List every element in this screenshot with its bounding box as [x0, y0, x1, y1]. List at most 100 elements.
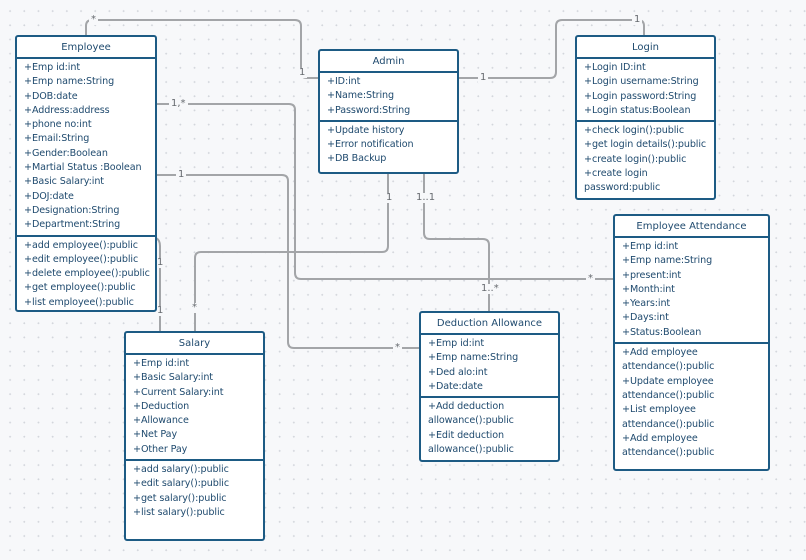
method: +Update employee	[622, 375, 714, 387]
method: +create login	[584, 168, 648, 180]
multiplicity-label: 1..1	[414, 192, 438, 203]
attributes-section: +Emp id:int +Emp name:String +Ded alo:in…	[421, 335, 558, 396]
method: +get employee():public	[24, 282, 136, 294]
method: +delete employee():public	[24, 268, 150, 280]
multiplicity-label: 1	[632, 14, 643, 25]
attribute: +present:int	[622, 269, 682, 281]
class-employee[interactable]: Employee +Emp id:int +Emp name:String +D…	[15, 35, 157, 312]
class-title: Employee Attendance	[615, 216, 768, 238]
method: +edit employee():public	[24, 253, 139, 265]
attribute: +DOJ:date	[24, 190, 74, 202]
class-salary[interactable]: Salary +Emp id:int +Basic Salary:int +Cu…	[124, 331, 265, 541]
method: allowance():public	[428, 415, 514, 427]
class-employee-attendance[interactable]: Employee Attendance +Emp id:int +Emp nam…	[613, 214, 770, 471]
methods-section: +Add employee attendance():public +Updat…	[615, 342, 768, 462]
attribute: +Emp id:int	[133, 358, 189, 369]
multiplicity-label: *	[586, 273, 595, 284]
attributes-section: +ID:int +Name:String +Password:String	[320, 73, 457, 120]
method: +create login():public	[584, 153, 687, 165]
method: +add employee():public	[24, 239, 138, 251]
attribute: +Emp id:int	[622, 241, 678, 252]
class-title: Admin	[320, 51, 457, 73]
link-admin-salary	[194, 173, 389, 332]
attribute: +Login status:Boolean	[584, 104, 691, 116]
method: attendance():public	[622, 418, 715, 430]
class-login[interactable]: Login +Login ID:int +Login username:Stri…	[575, 35, 716, 200]
method: +Add deduction	[428, 401, 505, 413]
attribute: +Department:String	[24, 219, 121, 231]
methods-section: +add employee():public +edit employee():…	[17, 234, 155, 312]
attribute: +Years:int	[622, 298, 671, 310]
multiplicity-label: 1,*	[169, 98, 188, 109]
attribute: +Login password:String	[584, 90, 697, 102]
multiplicity-label: 1	[297, 67, 308, 78]
method: +add salary():public	[133, 464, 229, 476]
attribute: +Current Salary:int	[133, 386, 224, 398]
attributes-section: +Login ID:int +Login username:String +Lo…	[577, 59, 714, 120]
attribute: +Emp id:int	[24, 62, 80, 73]
methods-section: +check login():public +get login details…	[577, 120, 714, 197]
attribute: +Net Pay	[133, 429, 178, 441]
method: +list employee():public	[24, 296, 134, 308]
attribute: +Status:Boolean	[622, 326, 702, 338]
class-title: Login	[577, 37, 714, 59]
method: allowance():public	[428, 444, 514, 456]
attributes-section: +Emp id:int +Emp name:String +DOB:date +…	[17, 59, 155, 235]
attribute: +Gender:Boolean	[24, 147, 108, 159]
methods-section: +add salary():public +edit salary():publ…	[126, 459, 263, 522]
attributes-section: +Emp id:int +Emp name:String +present:in…	[615, 238, 768, 342]
attribute: +ID:int	[327, 76, 361, 87]
method: +Add employee	[622, 347, 698, 359]
method: +Error notification	[327, 139, 414, 151]
attribute: +Other Pay	[133, 443, 188, 455]
class-title: Salary	[126, 333, 263, 355]
multiplicity-label: 1	[176, 169, 187, 180]
class-title: Employee	[17, 37, 155, 59]
attribute: +Days:int	[622, 312, 669, 324]
methods-section: +Update history +Error notification +DB …	[320, 119, 457, 169]
attribute: +Date:date	[428, 380, 483, 392]
method: attendance():public	[622, 389, 715, 401]
attribute: +Basic Salary:int	[24, 176, 104, 188]
method: +Add employee	[622, 432, 698, 444]
attribute: +Deduction	[133, 400, 190, 412]
method: password:public	[584, 182, 661, 194]
method: +get login details():public	[584, 139, 707, 151]
attribute: +Address:address	[24, 104, 110, 116]
attribute: +Martial Status :Boolean	[24, 162, 142, 174]
attribute: +Emp name:String	[24, 76, 115, 88]
attribute: +Basic Salary:int	[133, 372, 213, 384]
method: +DB Backup	[327, 153, 387, 165]
attributes-section: +Emp id:int +Basic Salary:int +Current S…	[126, 355, 263, 459]
multiplicity-label: *	[190, 302, 199, 313]
attribute: +Name:String	[327, 90, 395, 102]
attribute: +Ded alo:int	[428, 366, 488, 378]
multiplicity-label: 1	[478, 72, 489, 83]
method: +Update history	[327, 124, 405, 136]
method: +get salary():public	[133, 492, 227, 504]
method: +edit salary():public	[133, 478, 230, 490]
method: +check login():public	[584, 125, 685, 137]
attribute: +Email:String	[24, 133, 90, 145]
class-title: Deduction Allowance	[421, 313, 558, 335]
attribute: +DOB:date	[24, 90, 78, 102]
attribute: +phone no:int	[24, 119, 92, 131]
method: attendance():public	[622, 361, 715, 373]
method: +Edit deduction	[428, 429, 504, 441]
multiplicity-label: *	[393, 342, 402, 353]
attribute: +Login username:String	[584, 76, 699, 88]
multiplicity-label: 1	[384, 192, 395, 203]
method: +list salary():public	[133, 506, 225, 518]
method: +List employee	[622, 404, 696, 416]
attribute: +Emp name:String	[622, 255, 713, 267]
class-deduction-allowance[interactable]: Deduction Allowance +Emp id:int +Emp nam…	[419, 311, 560, 462]
method: attendance():public	[622, 447, 715, 459]
attribute: +Designation:String	[24, 204, 120, 216]
attribute: +Password:String	[327, 104, 411, 116]
attribute: +Emp name:String	[428, 352, 519, 364]
multiplicity-label: *	[89, 14, 98, 25]
attribute: +Emp id:int	[428, 338, 484, 349]
attribute: +Allowance	[133, 415, 189, 427]
attribute: +Month:int	[622, 283, 675, 295]
class-admin[interactable]: Admin +ID:int +Name:String +Password:Str…	[318, 49, 459, 174]
